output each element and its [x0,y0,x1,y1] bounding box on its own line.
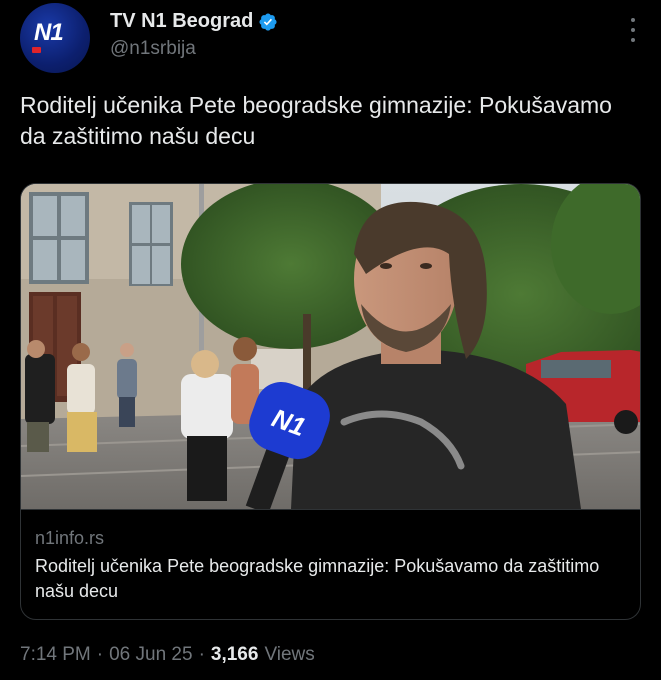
views-count: 3,166 [210,644,259,665]
link-card[interactable]: N1 n1info.rs Roditelj učenika Pete beogr… [20,183,641,620]
card-photo: N1 [21,184,640,509]
avatar[interactable]: N1 [20,3,90,73]
display-name-row[interactable]: TV N1 Beograd [110,10,278,33]
avatar-logo: N1 [34,19,64,46]
tweet-time[interactable]: 7:14 PM [20,644,91,666]
handle[interactable]: @n1srbija [110,38,196,60]
meta-separator: · [96,644,104,665]
card-image[interactable]: N1 [21,184,640,509]
meta-separator: · [198,644,205,665]
verified-badge-icon [259,12,277,31]
tweet-text: Roditelj učenika Pete beogradske gimnazi… [20,92,612,149]
card-title[interactable]: Roditelj učenika Pete beogradske gimnazi… [35,554,628,604]
card-domain[interactable]: n1info.rs [35,526,628,550]
display-name[interactable]: TV N1 Beograd [110,10,253,33]
views-label: Views [264,644,315,665]
tweet-date[interactable]: 06 Jun 25 [109,644,192,666]
tweet-meta: 7:14 PM · 06 Jun 25 · 3,166 Views [20,644,315,666]
tweet[interactable]: N1 TV N1 Beograd @n1srbija Roditelj učen… [0,0,661,680]
card-text-area[interactable]: n1info.rs Roditelj učenika Pete beograds… [21,509,640,619]
more-options-icon[interactable] [629,18,637,42]
avatar-on-badge [32,47,41,53]
